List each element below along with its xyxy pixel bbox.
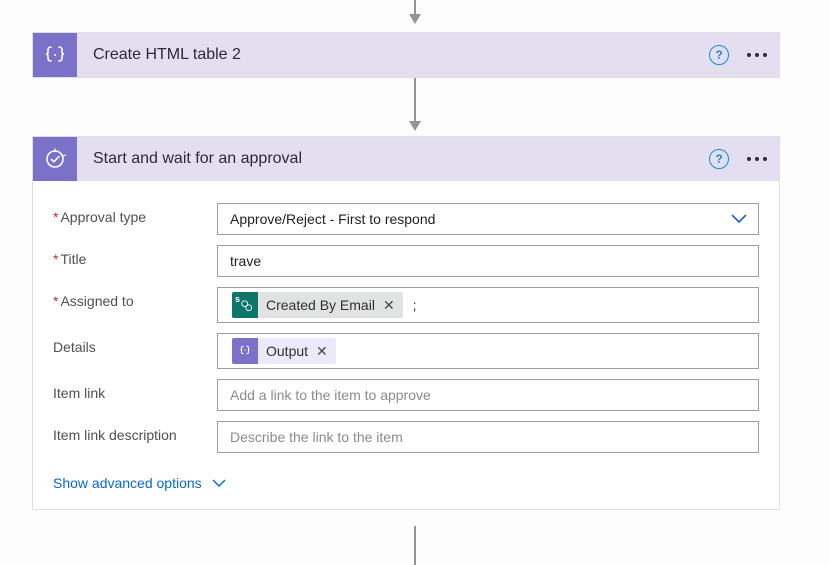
- card-title: Start and wait for an approval: [93, 150, 709, 168]
- action-card-create-html-table[interactable]: Create HTML table 2 ?: [32, 32, 780, 78]
- braces-icon: [33, 33, 77, 77]
- braces-icon: [232, 338, 258, 364]
- chevron-down-icon: [726, 214, 752, 224]
- approval-type-value: Approve/Reject - First to respond: [230, 211, 435, 227]
- action-card-start-approval: Start and wait for an approval ? *Approv…: [32, 136, 780, 510]
- item-link-desc-input[interactable]: Describe the link to the item: [217, 421, 759, 453]
- sharepoint-icon: [232, 292, 258, 318]
- card-title: Create HTML table 2: [93, 46, 709, 64]
- label-assigned-to: *Assigned to: [53, 287, 217, 309]
- arrow-down-icon: [409, 121, 421, 131]
- arrow-down-icon: [409, 14, 421, 24]
- token-created-by-email[interactable]: Created By Email ✕: [232, 292, 403, 318]
- show-advanced-options-link[interactable]: Show advanced options: [53, 475, 226, 491]
- card-menu-button[interactable]: [739, 153, 775, 165]
- item-link-input[interactable]: Add a link to the item to approve: [217, 379, 759, 411]
- label-details: Details: [53, 333, 217, 355]
- approval-check-icon: [33, 137, 77, 181]
- label-approval-type: *Approval type: [53, 203, 217, 225]
- title-value: trave: [224, 253, 261, 269]
- approval-type-dropdown[interactable]: Approve/Reject - First to respond: [217, 203, 759, 235]
- token-remove-button[interactable]: ✕: [383, 297, 395, 314]
- label-item-link-desc: Item link description: [53, 421, 217, 443]
- label-title: *Title: [53, 245, 217, 267]
- help-icon[interactable]: ?: [709, 45, 729, 65]
- details-input[interactable]: Output ✕: [217, 333, 759, 369]
- card-header[interactable]: Start and wait for an approval ?: [33, 137, 779, 181]
- title-input[interactable]: trave: [217, 245, 759, 277]
- card-menu-button[interactable]: [739, 49, 775, 61]
- token-remove-button[interactable]: ✕: [316, 343, 328, 360]
- label-item-link: Item link: [53, 379, 217, 401]
- help-icon[interactable]: ?: [709, 149, 729, 169]
- token-output[interactable]: Output ✕: [232, 338, 336, 364]
- assigned-to-input[interactable]: Created By Email ✕ ;: [217, 287, 759, 323]
